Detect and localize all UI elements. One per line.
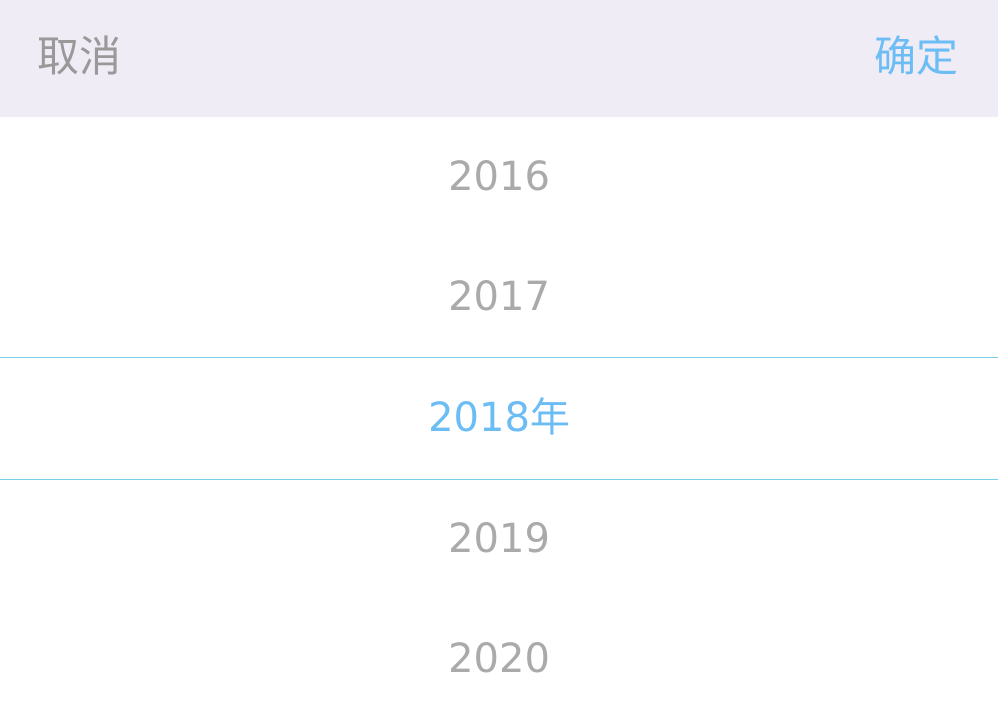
year-option[interactable]: 2017	[0, 237, 998, 357]
year-option[interactable]: 2020	[0, 599, 998, 719]
year-wheel[interactable]: 2016 2017 2018年 2019 2020	[0, 117, 998, 720]
year-option-selected[interactable]: 2018年	[0, 358, 998, 478]
year-option-label: 2020	[448, 636, 550, 682]
year-option-label: 2016	[448, 154, 550, 200]
selected-year-label: 2018	[428, 395, 530, 441]
year-option-label: 2017	[448, 274, 550, 320]
picker-toolbar: 取消 确定	[0, 0, 998, 117]
year-option[interactable]: 2016	[0, 117, 998, 237]
year-option-label: 2019	[448, 516, 550, 562]
cancel-button[interactable]: 取消	[37, 0, 121, 117]
year-option[interactable]: 2019	[0, 479, 998, 599]
year-unit-label: 年	[529, 395, 570, 441]
confirm-button[interactable]: 确定	[874, 0, 958, 117]
year-picker: 取消 确定 2016 2017 2018年 2019 2020	[0, 0, 998, 720]
